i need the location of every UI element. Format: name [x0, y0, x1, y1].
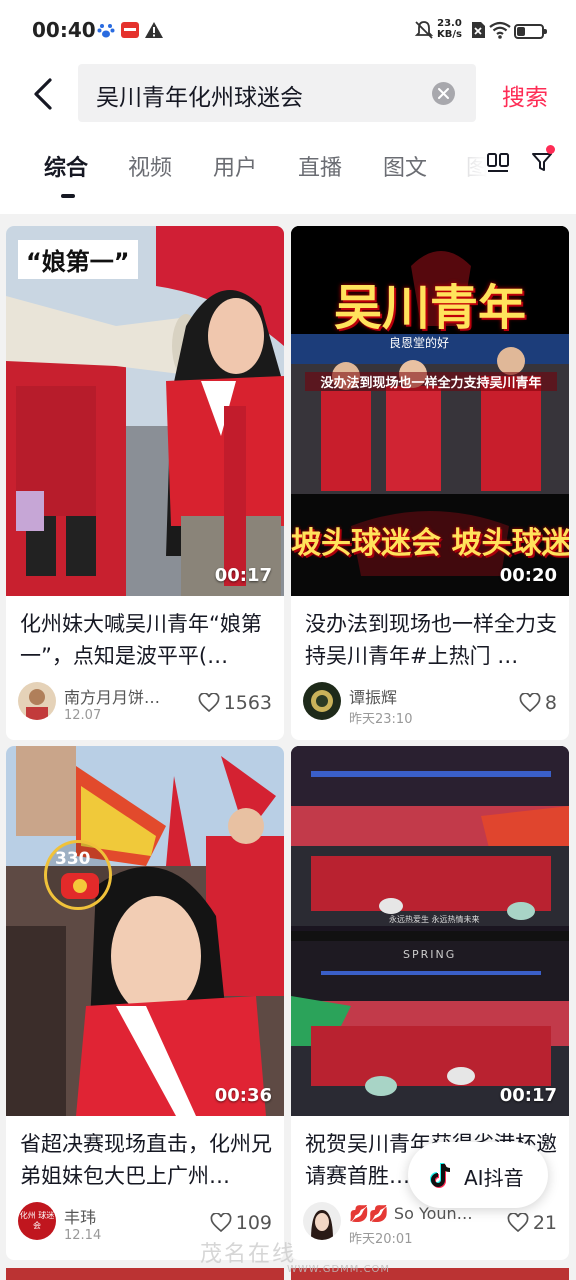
heart-icon	[198, 693, 220, 713]
thumbnail-title-bottom: 坡头球迷会 坡头球迷会	[291, 526, 569, 561]
app-notification-icon	[121, 22, 139, 38]
video-duration: 00:17	[499, 1085, 557, 1106]
net-speed-value: 23.0	[437, 18, 462, 29]
tab-users[interactable]: 用户	[213, 150, 257, 182]
search-button[interactable]: 搜索	[502, 78, 548, 112]
ai-douyin-label: AI抖音	[464, 1166, 524, 1190]
heart-icon	[519, 693, 541, 713]
watermark-text: 茂名在线	[200, 1242, 297, 1267]
avatar[interactable]: 化州 球迷会	[18, 1202, 56, 1240]
tabs-fade	[448, 144, 488, 184]
tab-image-text[interactable]: 图文	[383, 150, 427, 182]
video-duration: 00:20	[499, 565, 557, 586]
thumbnail-caption: “娘第一”	[18, 240, 138, 279]
net-speed-unit: KB/s	[437, 29, 462, 40]
post-date: 昨天20:01	[349, 1232, 413, 1247]
like-count-value: 8	[544, 692, 557, 714]
next-card-peek	[6, 1268, 284, 1280]
thumbnail-caption-2: SPRING	[403, 948, 457, 961]
live-badge[interactable]: 330	[44, 840, 112, 910]
thumbnail-image	[6, 226, 284, 596]
author-name[interactable]: 南方月月饼…	[64, 684, 194, 708]
battery-fill	[517, 27, 525, 36]
wifi-icon	[489, 21, 511, 39]
ai-douyin-button[interactable]: AI抖音	[408, 1142, 548, 1208]
active-tab-indicator	[61, 194, 75, 198]
mute-bell-icon	[414, 21, 434, 39]
thumbnail-subtitle: 没办法到现场也一样全力支持吴川青年	[305, 372, 557, 391]
video-title[interactable]: 省超决赛现场直击，化州兄弟姐妹包大巴上广州…	[20, 1128, 272, 1192]
thumbnail-title-top: 吴川青年	[333, 280, 526, 336]
video-card[interactable]: 330 00:36 省超决赛现场直击，化州兄弟姐妹包大巴上广州… 化州 球迷会 …	[6, 746, 284, 1260]
baidu-paw-icon	[97, 24, 115, 38]
like-count[interactable]: 8	[519, 692, 557, 714]
like-count[interactable]: 21	[507, 1212, 557, 1234]
avatar[interactable]	[303, 682, 341, 720]
author-name[interactable]: 丰玮	[64, 1204, 194, 1228]
filter-notification-dot	[546, 145, 555, 154]
like-count[interactable]: 109	[210, 1212, 272, 1234]
video-duration: 00:17	[214, 565, 272, 586]
close-icon	[438, 88, 449, 99]
tab-comprehensive[interactable]: 综合	[44, 150, 88, 182]
video-duration: 00:36	[214, 1085, 272, 1106]
tab-video[interactable]: 视频	[128, 150, 172, 182]
author-name[interactable]: 谭振辉	[349, 684, 479, 708]
no-sim-icon	[472, 22, 485, 38]
clear-search-button[interactable]	[432, 82, 455, 105]
status-time: 00:40	[32, 18, 96, 42]
badge-count: 330	[55, 849, 91, 869]
thumbnail-image	[6, 746, 284, 1116]
video-card[interactable]: “娘第一” 00:17 化州妹大喊吴川青年“娘第一”，点知是波平平(… 南方月月…	[6, 226, 284, 740]
video-thumbnail[interactable]: 吴川青年 良恩堂的好 没办法到现场也一样全力支持吴川青年 坡头球迷会 坡头球迷会…	[291, 226, 569, 596]
battery-icon	[514, 24, 547, 39]
thumbnail-sign: 良恩堂的好	[389, 336, 450, 350]
video-thumbnail[interactable]: “娘第一” 00:17	[6, 226, 284, 596]
post-date: 12.07	[64, 708, 102, 723]
video-card[interactable]: 吴川青年 良恩堂的好 没办法到现场也一样全力支持吴川青年 坡头球迷会 坡头球迷会…	[291, 226, 569, 740]
search-header: 吴川青年化州球迷会 搜索	[0, 62, 576, 128]
heart-icon	[210, 1213, 232, 1233]
douyin-logo-icon	[430, 1163, 451, 1188]
warning-icon	[145, 22, 163, 38]
video-thumbnail[interactable]: 330 00:36	[6, 746, 284, 1116]
watermark-url: WWW.GDMM.COM	[287, 1264, 391, 1275]
heart-icon	[507, 1213, 529, 1233]
like-count-value: 1563	[223, 692, 272, 714]
video-title[interactable]: 没办法到现场也一样全力支持吴川青年#上热门 …	[305, 608, 557, 672]
like-count-value: 21	[532, 1212, 557, 1234]
video-title[interactable]: 化州妹大喊吴川青年“娘第一”，点知是波平平(…	[20, 608, 272, 672]
net-speed: 23.0 KB/s	[437, 18, 462, 40]
video-thumbnail[interactable]: 永远热爱生 永远热情未来 SPRING 00:17	[291, 746, 569, 1116]
thumbnail-caption-1: 永远热爱生 永远热情未来	[389, 915, 480, 924]
status-bar: 00:40 23.0 KB/s	[0, 0, 576, 62]
avatar[interactable]	[303, 1202, 341, 1240]
avatar[interactable]	[18, 682, 56, 720]
like-count-value: 109	[235, 1212, 272, 1234]
search-input[interactable]: 吴川青年化州球迷会	[78, 64, 476, 122]
search-query[interactable]: 吴川青年化州球迷会	[96, 78, 303, 112]
back-arrow-icon[interactable]	[24, 74, 64, 114]
post-date: 12.14	[64, 1228, 102, 1243]
double-column-layout-icon[interactable]	[486, 152, 510, 174]
post-date: 昨天23:10	[349, 712, 413, 727]
thumbnail-image	[291, 746, 569, 1116]
tab-live[interactable]: 直播	[298, 150, 342, 182]
like-count[interactable]: 1563	[198, 692, 272, 714]
avatar-text: 化州 球迷会	[18, 1202, 56, 1240]
